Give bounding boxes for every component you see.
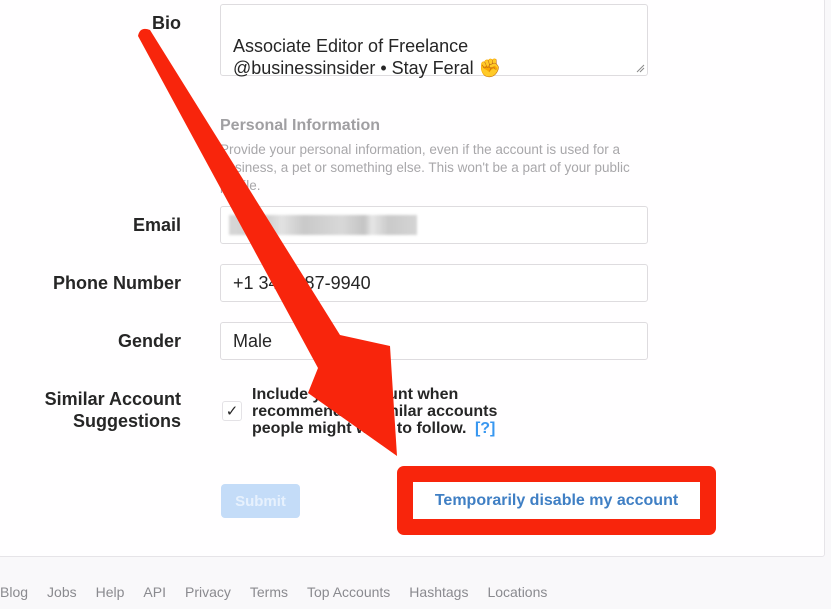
highlight-box: Temporarily disable my account <box>397 466 716 535</box>
gender-value: Male <box>233 330 273 351</box>
footer-link-blog[interactable]: Blog <box>0 584 28 600</box>
submit-button[interactable]: Submit <box>221 484 300 518</box>
gender-field[interactable]: Male <box>220 322 648 360</box>
bio-textarea[interactable]: Associate Editor of Freelance @businessi… <box>220 4 648 78</box>
gender-label: Gender <box>117 331 181 351</box>
footer-links: Blog Jobs Help API Privacy Terms Top Acc… <box>0 584 566 600</box>
similar-accounts-description: Include your account when recommending s… <box>252 386 498 437</box>
footer-link-privacy[interactable]: Privacy <box>185 584 231 600</box>
temporarily-disable-account-link[interactable]: Temporarily disable my account <box>413 482 700 519</box>
phone-label: Phone Number <box>52 273 181 293</box>
footer-link-help[interactable]: Help <box>96 584 125 600</box>
footer-link-hashtags[interactable]: Hashtags <box>409 584 468 600</box>
email-label: Email <box>132 215 181 235</box>
similar-accounts-label-line1: Similar Account <box>44 389 181 409</box>
personal-info-description: Provide your personal information, even … <box>220 142 630 193</box>
similar-accounts-label: Similar Account Suggestions <box>45 388 181 432</box>
footer-link-top-accounts[interactable]: Top Accounts <box>307 584 390 600</box>
phone-number-field[interactable]: +1 347-287-9940 <box>220 264 648 302</box>
footer-link-locations[interactable]: Locations <box>487 584 547 600</box>
footer-link-api[interactable]: API <box>143 584 166 600</box>
help-link[interactable]: [?] <box>475 420 495 437</box>
bio-label: Bio <box>152 13 181 33</box>
email-blurred-value <box>229 215 417 235</box>
footer-link-jobs[interactable]: Jobs <box>47 584 77 600</box>
similar-accounts-label-line2: Suggestions <box>72 411 181 431</box>
similar-accounts-checkbox[interactable]: ✓ <box>222 401 242 421</box>
email-field[interactable] <box>220 206 648 244</box>
personal-info-title: Personal Information <box>220 117 381 134</box>
checkmark-icon: ✓ <box>225 403 239 420</box>
resize-handle-icon[interactable] <box>635 63 645 73</box>
bio-text: Associate Editor of Freelance @businessi… <box>233 36 502 78</box>
footer-link-terms[interactable]: Terms <box>250 584 288 600</box>
phone-value: +1 347-287-9940 <box>233 272 371 293</box>
similar-accounts-text: Include your account when recommending s… <box>252 386 527 437</box>
